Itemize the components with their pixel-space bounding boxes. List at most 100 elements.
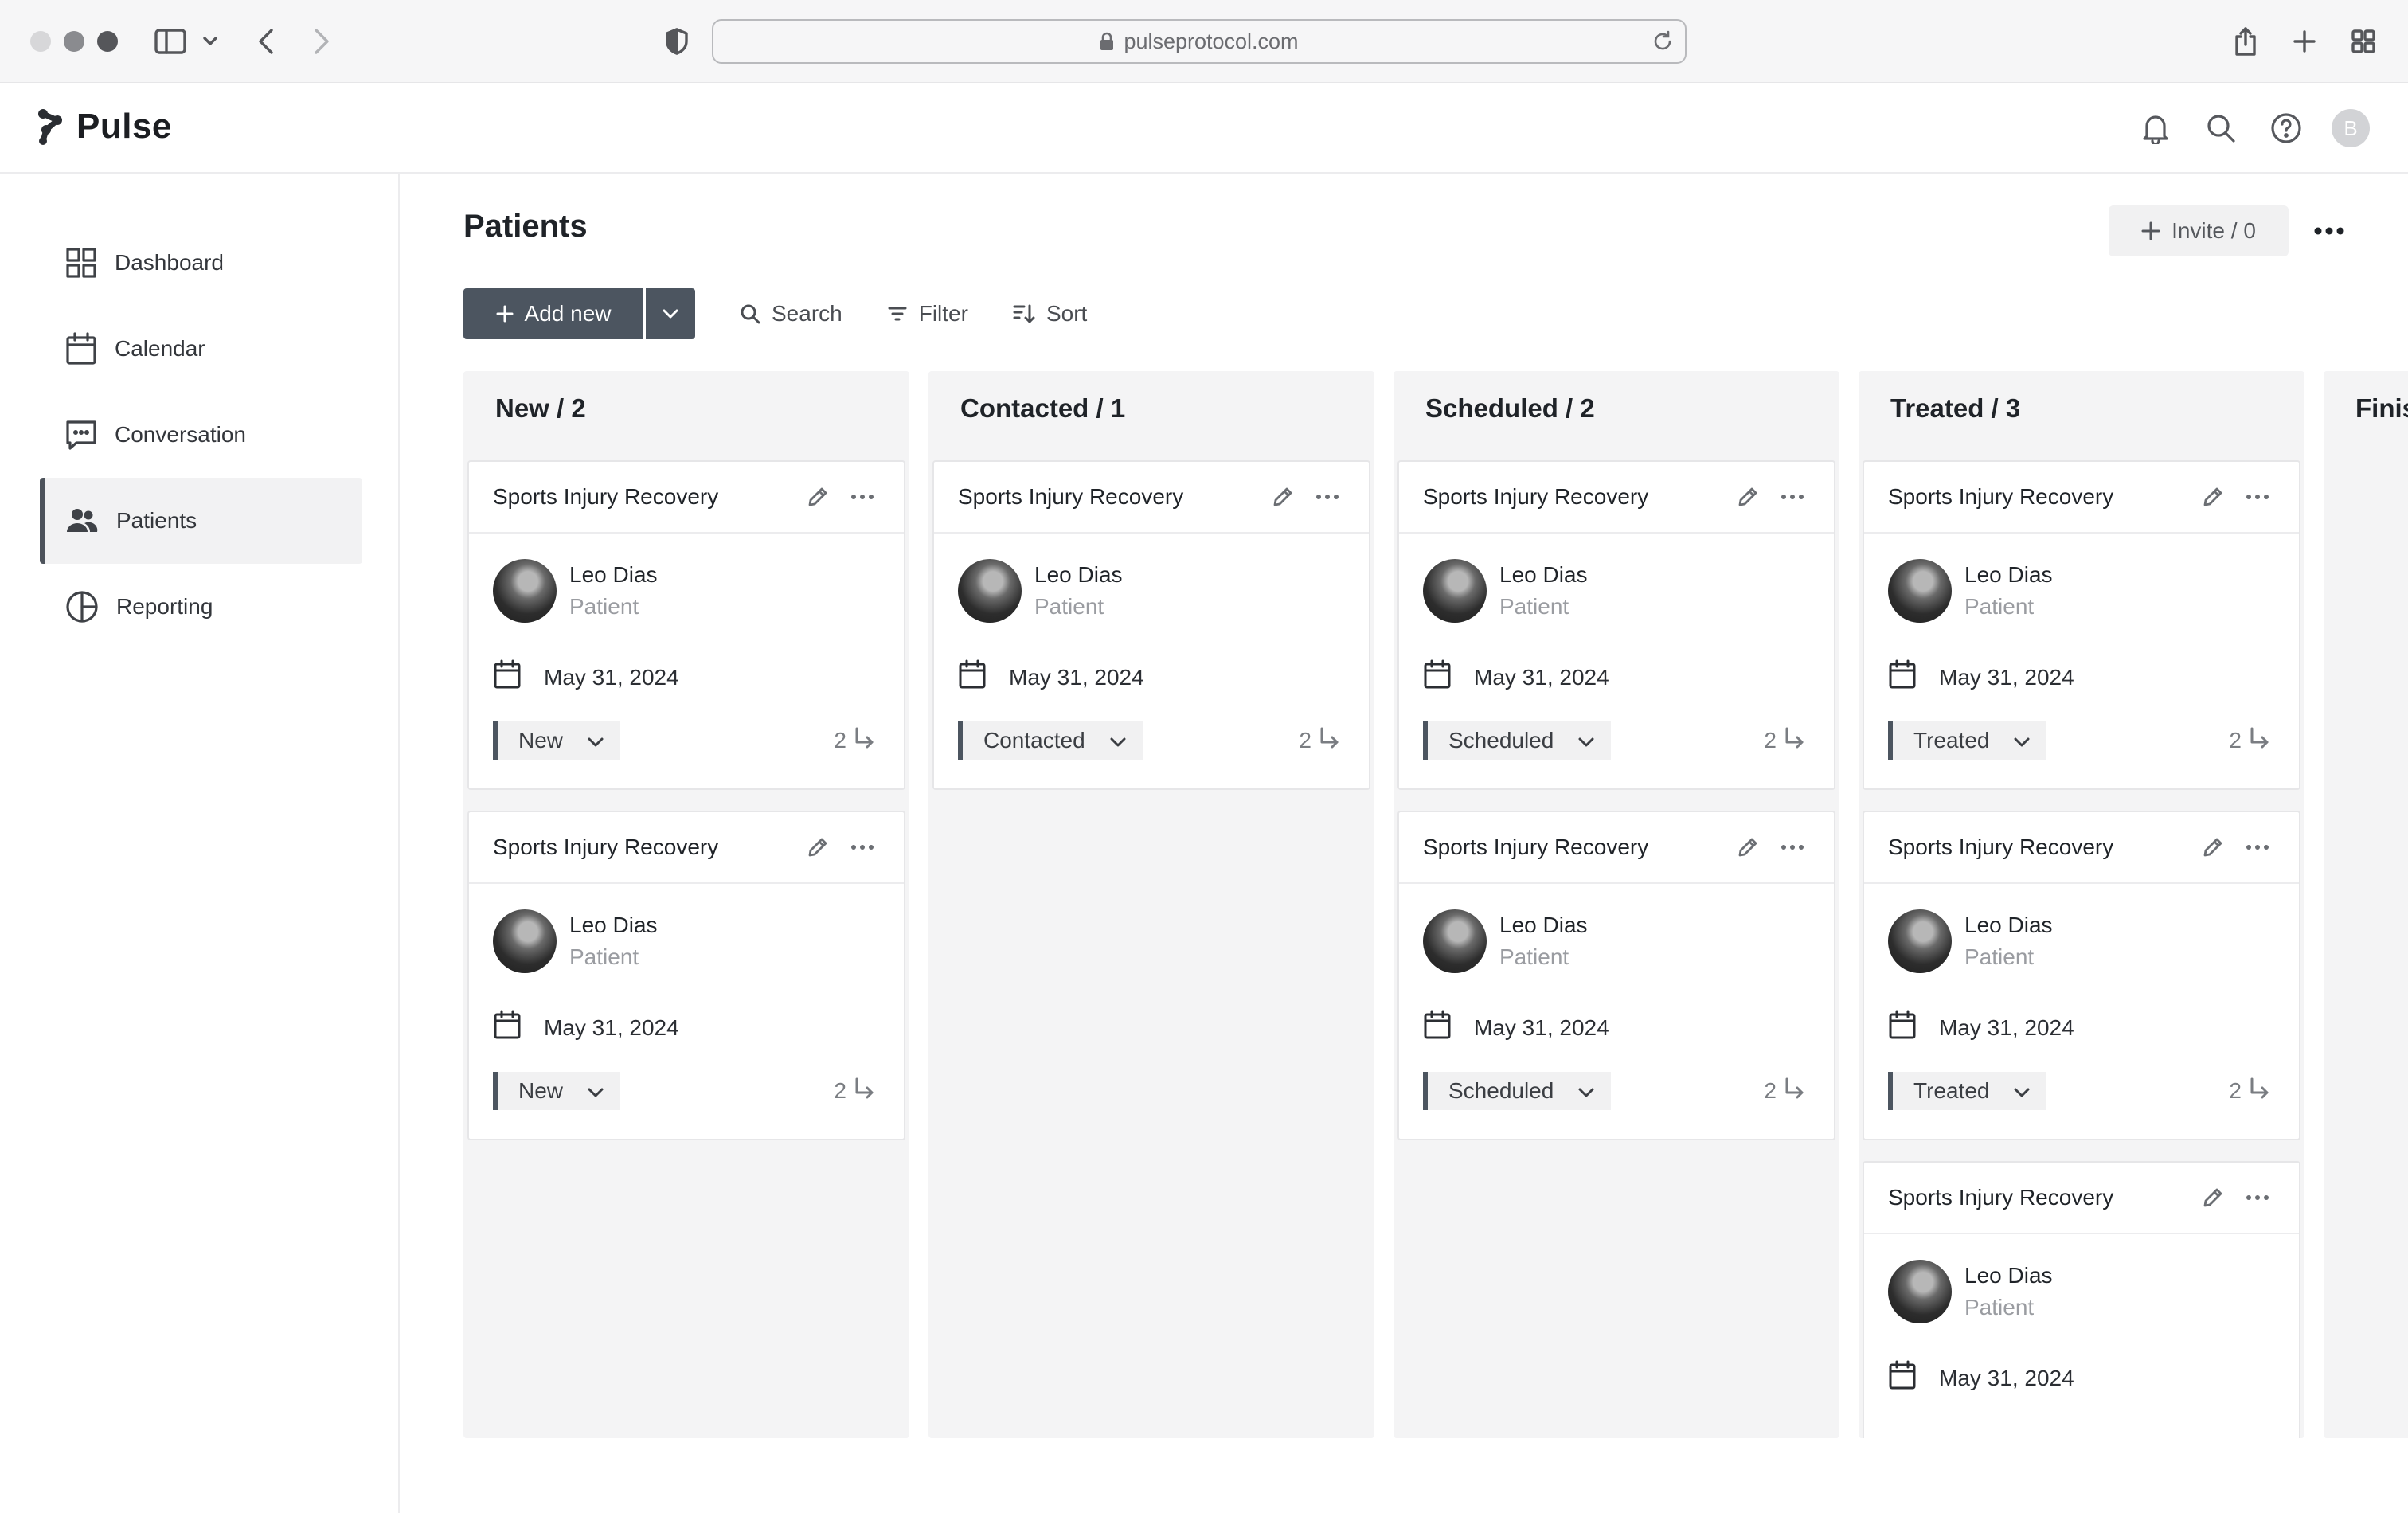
tab-overview-icon[interactable] bbox=[2344, 22, 2383, 61]
more-options-icon[interactable] bbox=[845, 479, 880, 514]
subtask-arrow-icon bbox=[1318, 726, 1340, 754]
reload-icon[interactable] bbox=[1652, 30, 1674, 58]
more-options-icon[interactable] bbox=[2240, 830, 2275, 865]
date-text: May 31, 2024 bbox=[1939, 664, 2074, 690]
sidebar-toggle-icon[interactable] bbox=[151, 22, 190, 61]
patient-card[interactable]: Sports Injury Recovery Leo Dias Patient … bbox=[467, 811, 905, 1140]
app-header: Pulse B bbox=[0, 83, 2408, 174]
patient-name: Leo Dias bbox=[569, 913, 658, 937]
column-title: Contacted / 1 bbox=[960, 393, 1126, 423]
subtask-count[interactable]: 2 bbox=[834, 1077, 875, 1104]
subtask-arrow-icon bbox=[853, 1077, 875, 1104]
filter-icon bbox=[888, 307, 907, 321]
sort-button[interactable]: Sort bbox=[1013, 301, 1087, 326]
share-icon[interactable] bbox=[2226, 22, 2265, 61]
edit-pencil-icon[interactable] bbox=[2195, 479, 2230, 514]
filter-label: Filter bbox=[918, 301, 968, 326]
chevron-down-icon bbox=[663, 309, 678, 319]
patient-card[interactable]: Sports Injury Recovery Leo Dias Patient … bbox=[1863, 1161, 2300, 1438]
notifications-bell-icon[interactable] bbox=[2136, 108, 2175, 148]
sidebar-item-patients[interactable]: Patients bbox=[40, 478, 362, 564]
patient-avatar bbox=[493, 909, 557, 973]
patient-card[interactable]: Sports Injury Recovery Leo Dias Patient … bbox=[1863, 460, 2300, 790]
search-button[interactable]: Search bbox=[740, 301, 842, 326]
chevron-down-icon[interactable] bbox=[194, 22, 226, 61]
subtask-count[interactable]: 2 bbox=[2229, 1077, 2270, 1104]
invite-button[interactable]: Invite / 0 bbox=[2109, 205, 2289, 256]
status-select[interactable]: Treated bbox=[1888, 721, 2047, 760]
status-select[interactable]: Contacted bbox=[958, 721, 1143, 760]
sidebar-item-calendar[interactable]: Calendar bbox=[40, 306, 362, 392]
status-select[interactable]: New bbox=[493, 721, 621, 760]
column-title: Scheduled / 2 bbox=[1425, 393, 1595, 423]
page-title: Patients bbox=[463, 209, 588, 244]
subtask-count[interactable]: 2 bbox=[1299, 726, 1340, 754]
status-value: Treated bbox=[1914, 728, 1990, 753]
more-options-icon[interactable] bbox=[2309, 213, 2349, 248]
search-icon[interactable] bbox=[2201, 108, 2241, 148]
forward-icon[interactable] bbox=[303, 22, 341, 61]
patient-role: Patient bbox=[1499, 944, 1570, 969]
sidebar-item-conversation[interactable]: Conversation bbox=[40, 392, 362, 478]
edit-pencil-icon[interactable] bbox=[800, 830, 835, 865]
more-options-icon[interactable] bbox=[2240, 479, 2275, 514]
patient-info: Leo Dias Patient bbox=[493, 559, 658, 623]
patient-card[interactable]: Sports Injury Recovery Leo Dias Patient … bbox=[1398, 811, 1835, 1140]
edit-pencil-icon[interactable] bbox=[1730, 479, 1765, 514]
status-select[interactable]: Scheduled bbox=[1423, 1072, 1612, 1110]
subtask-count-value: 2 bbox=[2229, 727, 2242, 753]
grid-icon bbox=[66, 248, 96, 278]
sidebar-item-dashboard[interactable]: Dashboard bbox=[40, 220, 362, 306]
edit-pencil-icon[interactable] bbox=[1265, 479, 1300, 514]
edit-pencil-icon[interactable] bbox=[2195, 1180, 2230, 1215]
edit-pencil-icon[interactable] bbox=[1730, 830, 1765, 865]
subtask-count-value: 2 bbox=[2229, 1077, 2242, 1103]
more-options-icon[interactable] bbox=[2240, 1180, 2275, 1215]
subtask-arrow-icon bbox=[1783, 1077, 1805, 1104]
chevron-down-icon bbox=[1577, 728, 1595, 753]
edit-pencil-icon[interactable] bbox=[2195, 830, 2230, 865]
users-icon bbox=[67, 509, 98, 532]
date-text: May 31, 2024 bbox=[544, 664, 679, 690]
sidebar-item-reporting[interactable]: Reporting bbox=[40, 564, 362, 650]
subtask-count[interactable]: 2 bbox=[2229, 726, 2270, 754]
user-avatar[interactable]: B bbox=[2332, 109, 2370, 147]
subtask-count[interactable]: 2 bbox=[1764, 726, 1805, 754]
subtask-count[interactable]: 2 bbox=[1764, 1077, 1805, 1104]
minimize-window-button[interactable] bbox=[64, 31, 84, 52]
status-select[interactable]: Scheduled bbox=[1423, 721, 1612, 760]
zoom-window-button[interactable] bbox=[97, 31, 118, 52]
more-options-icon[interactable] bbox=[1310, 479, 1345, 514]
filter-button[interactable]: Filter bbox=[887, 301, 968, 326]
more-options-icon[interactable] bbox=[845, 830, 880, 865]
add-new-button[interactable]: Add new bbox=[463, 288, 643, 339]
subtask-count-value: 2 bbox=[834, 1077, 846, 1103]
new-tab-icon[interactable] bbox=[2285, 22, 2324, 61]
privacy-shield-icon[interactable] bbox=[658, 22, 696, 61]
card-title: Sports Injury Recovery bbox=[1888, 484, 2114, 509]
status-select[interactable]: New bbox=[493, 1072, 621, 1110]
sidebar-item-label: Reporting bbox=[116, 594, 213, 619]
status-select[interactable]: Treated bbox=[1888, 1072, 2047, 1110]
patient-info: Leo Dias Patient bbox=[1888, 909, 2053, 973]
help-icon[interactable] bbox=[2266, 108, 2306, 148]
address-bar[interactable]: pulseprotocol.com bbox=[712, 19, 1687, 64]
back-icon[interactable] bbox=[247, 22, 285, 61]
patient-card[interactable]: Sports Injury Recovery Leo Dias Patient … bbox=[1398, 460, 1835, 790]
patient-card[interactable]: Sports Injury Recovery Leo Dias Patient … bbox=[467, 460, 905, 790]
close-window-button[interactable] bbox=[30, 31, 51, 52]
subtask-count-value: 2 bbox=[1299, 727, 1312, 753]
add-new-dropdown-button[interactable] bbox=[646, 288, 695, 339]
patient-avatar bbox=[1423, 909, 1487, 973]
brand[interactable]: Pulse bbox=[37, 107, 172, 147]
subtask-count[interactable]: 2 bbox=[834, 726, 875, 754]
edit-pencil-icon[interactable] bbox=[800, 479, 835, 514]
patient-avatar bbox=[1888, 909, 1952, 973]
more-options-icon[interactable] bbox=[1775, 830, 1810, 865]
subtask-arrow-icon bbox=[853, 726, 875, 754]
patient-card[interactable]: Sports Injury Recovery Leo Dias Patient … bbox=[932, 460, 1370, 790]
patient-card[interactable]: Sports Injury Recovery Leo Dias Patient … bbox=[1863, 811, 2300, 1140]
patient-info: Leo Dias Patient bbox=[493, 909, 658, 973]
browser-toolbar: pulseprotocol.com bbox=[0, 0, 2408, 83]
more-options-icon[interactable] bbox=[1775, 479, 1810, 514]
